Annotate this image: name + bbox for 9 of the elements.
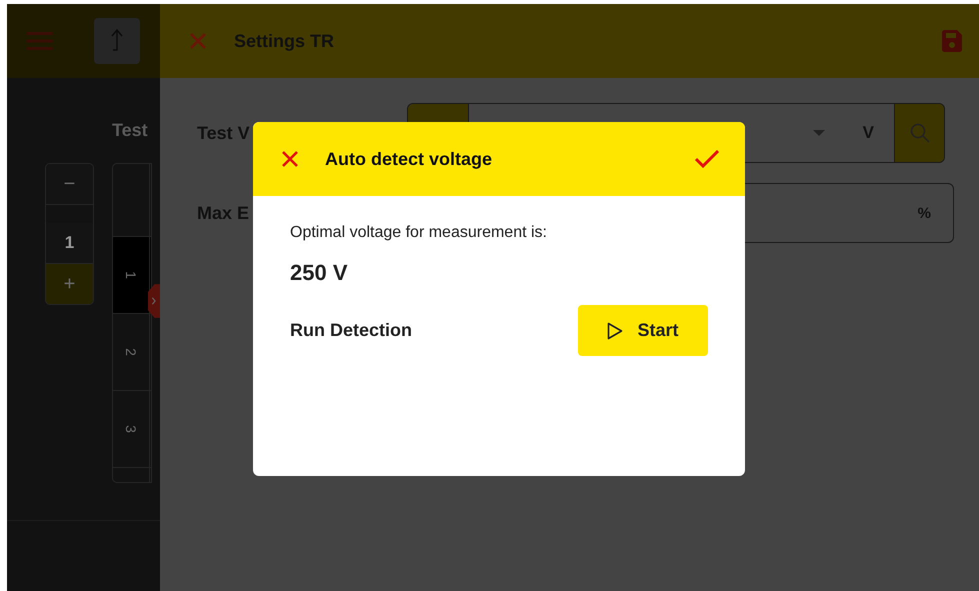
row-number: 2: [123, 348, 139, 356]
action-label: Run Detection: [290, 320, 412, 341]
dialog-title: Auto detect voltage: [325, 148, 492, 170]
row-number: 1: [123, 271, 139, 279]
unit-label: %: [918, 204, 931, 222]
row-number: 3: [123, 425, 139, 433]
voltage-value: 250 V: [290, 260, 348, 286]
field-label: Test: [112, 120, 149, 141]
message-text: Optimal voltage for measurement is:: [290, 224, 548, 242]
